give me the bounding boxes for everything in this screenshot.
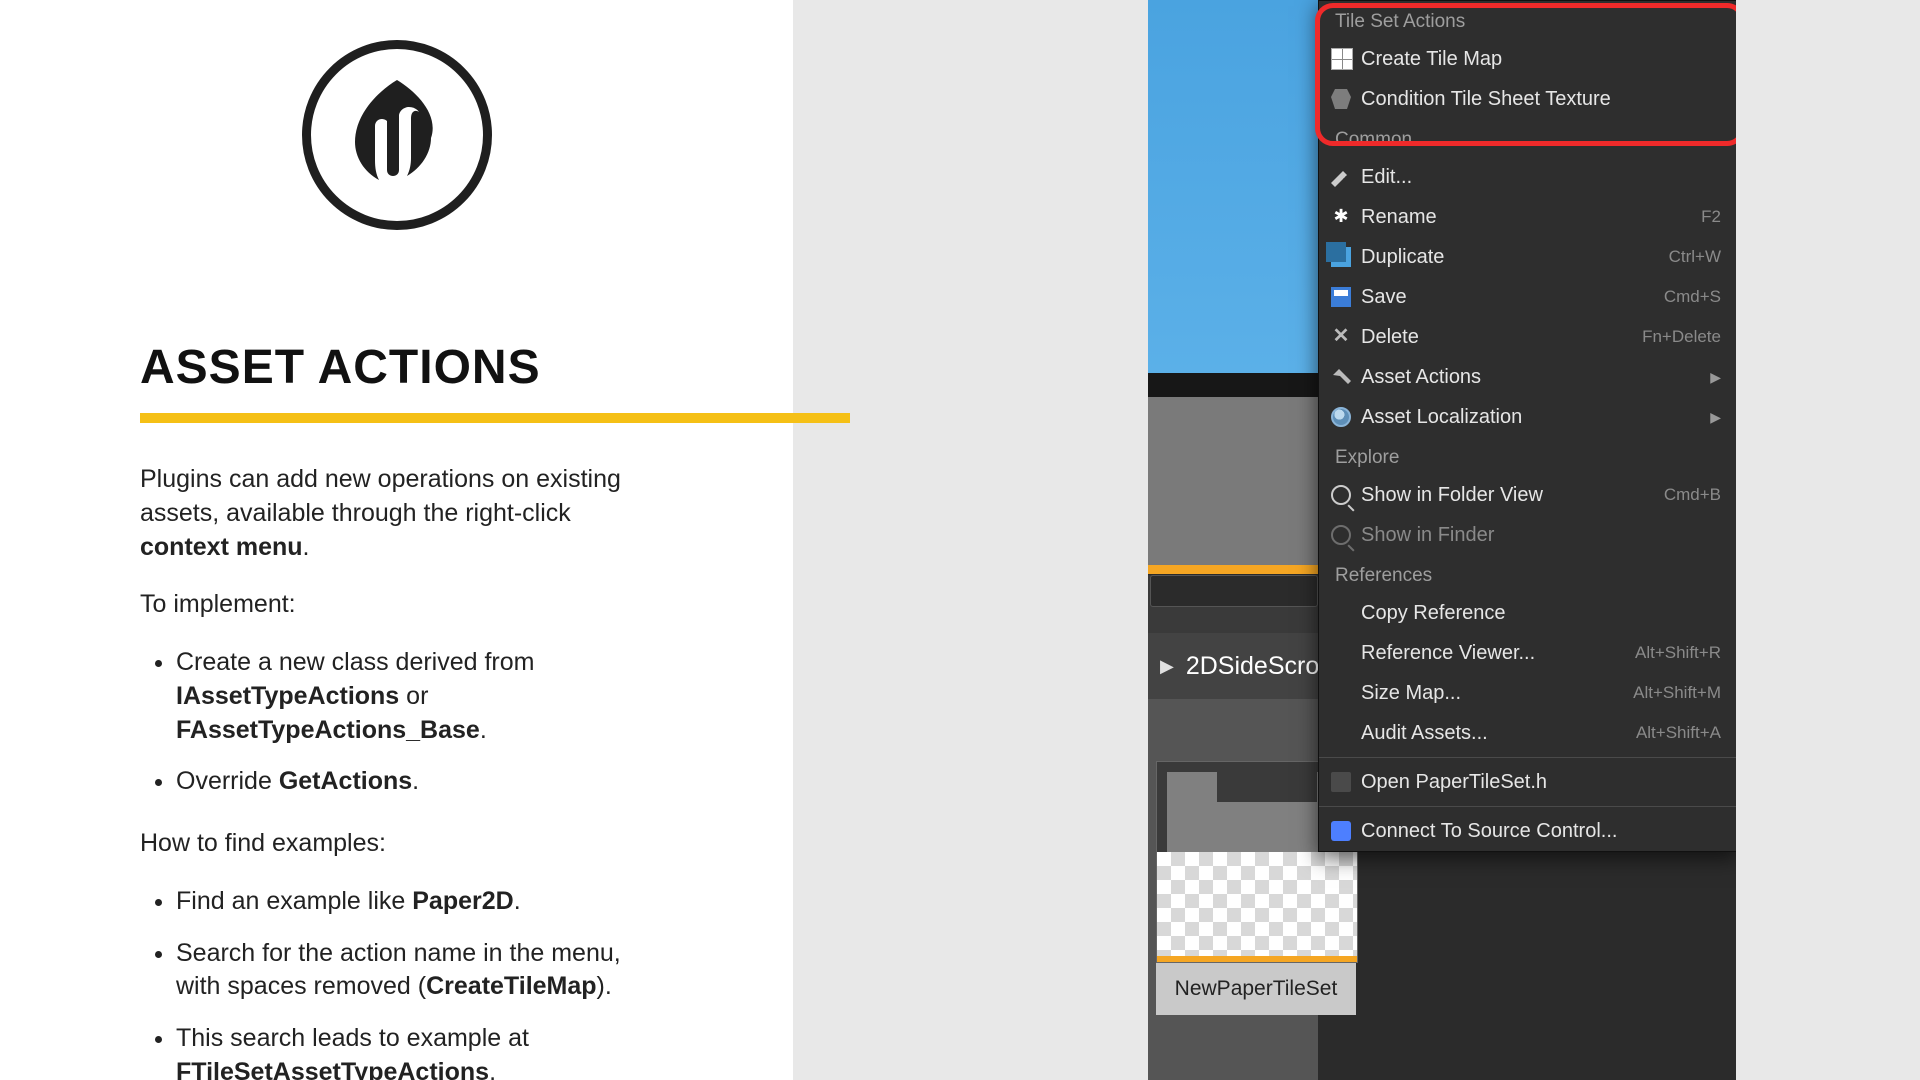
asset-type-stripe [1157,956,1357,962]
ctx-item-delete[interactable]: ✕ Delete Fn+Delete [1319,317,1736,357]
ctx-divider [1319,757,1736,758]
ctx-item-asset-localization[interactable]: Asset Localization ▶ [1319,397,1736,437]
chevron-right-icon: ▶ [1710,369,1721,386]
implement-list: Create a new class derived from IAssetTy… [140,646,653,799]
ctx-item-audit-assets[interactable]: Audit Assets... Alt+Shift+A [1319,713,1736,753]
content-browser: NewPaperTileSet [1148,699,1318,1080]
title-underline [140,413,850,423]
checker-preview [1157,852,1357,962]
ctx-header-common: Common [1319,119,1736,157]
unreal-logo [302,40,492,230]
ctx-item-show-in-finder[interactable]: Show in Finder [1319,515,1736,555]
edit-icon [1331,167,1351,187]
viewport-sky [1148,0,1318,373]
panel-tab[interactable] [1150,575,1318,607]
platform-notch [1217,772,1317,802]
ctx-item-show-folder-view[interactable]: Show in Folder View Cmd+B [1319,475,1736,515]
intro-paragraph: Plugins can add new operations on existi… [140,463,653,564]
globe-icon [1331,407,1351,427]
how-to-find-label: How to find examples: [140,827,653,861]
selection-accent [1148,570,1318,574]
ctx-divider [1319,806,1736,807]
ctx-item-connect-source-control[interactable]: Connect To Source Control... [1319,811,1736,851]
unreal-logo-icon [347,80,447,190]
breadcrumb-bar[interactable]: ▶ 2DSideScroll [1148,633,1318,699]
ctx-item-size-map[interactable]: Size Map... Alt+Shift+M [1319,673,1736,713]
left-panel: ASSET ACTIONS Plugins can add new operat… [0,0,793,1080]
asset-label: NewPaperTileSet [1156,963,1356,1015]
ctx-item-asset-actions[interactable]: Asset Actions ▶ [1319,357,1736,397]
chevron-right-icon: ▶ [1710,409,1721,426]
ctx-item-condition-tile-sheet[interactable]: Condition Tile Sheet Texture [1319,79,1736,119]
find-list: Find an example like Paper2D. Search for… [140,885,653,1080]
ctx-header-explore: Explore [1319,437,1736,475]
ctx-item-reference-viewer[interactable]: Reference Viewer... Alt+Shift+R [1319,633,1736,673]
page-title: ASSET ACTIONS [140,340,653,395]
context-menu: Tile Set Actions Create Tile Map Conditi… [1318,0,1736,852]
chevron-right-icon: ▶ [1160,656,1174,677]
ctx-item-create-tile-map[interactable]: Create Tile Map [1319,39,1736,79]
save-icon [1331,287,1351,307]
ctx-item-rename[interactable]: ✱ Rename F2 [1319,197,1736,237]
search-icon [1331,485,1351,505]
panel-strip [1148,575,1318,633]
search-icon [1331,525,1351,545]
editor-screenshot: ▶ 2DSideScroll NewPaperTileSet Tile Set … [1148,0,1736,1080]
ctx-item-edit[interactable]: Edit... [1319,157,1736,197]
list-item: Override GetActions. [176,765,653,799]
viewport-ground [1148,397,1318,567]
list-item: Create a new class derived from IAssetTy… [176,646,653,747]
ctx-item-save[interactable]: Save Cmd+S [1319,277,1736,317]
grid-icon [1331,48,1353,70]
file-icon [1331,772,1351,792]
rename-icon: ✱ [1331,207,1351,227]
list-item: Search for the action name in the menu, … [176,937,653,1005]
ctx-item-open-header[interactable]: Open PaperTileSet.h [1319,762,1736,802]
list-item: This search leads to example at FTileSet… [176,1022,653,1080]
delete-icon: ✕ [1331,327,1351,347]
ctx-header-references: References [1319,555,1736,593]
ctx-item-duplicate[interactable]: Duplicate Ctrl+W [1319,237,1736,277]
viewport-divider [1148,373,1318,397]
duplicate-icon [1331,247,1351,267]
body-text: Plugins can add new operations on existi… [140,463,653,1080]
list-item: Find an example like Paper2D. [176,885,653,919]
slide: ASSET ACTIONS Plugins can add new operat… [0,0,1920,1080]
to-implement-label: To implement: [140,588,653,622]
ctx-item-copy-reference[interactable]: Copy Reference [1319,593,1736,633]
breadcrumb-text: 2DSideScroll [1186,652,1331,681]
source-control-icon [1331,821,1351,841]
wrench-icon [1331,367,1351,387]
ctx-header-tileset: Tile Set Actions [1319,1,1736,39]
texture-icon [1331,89,1351,109]
